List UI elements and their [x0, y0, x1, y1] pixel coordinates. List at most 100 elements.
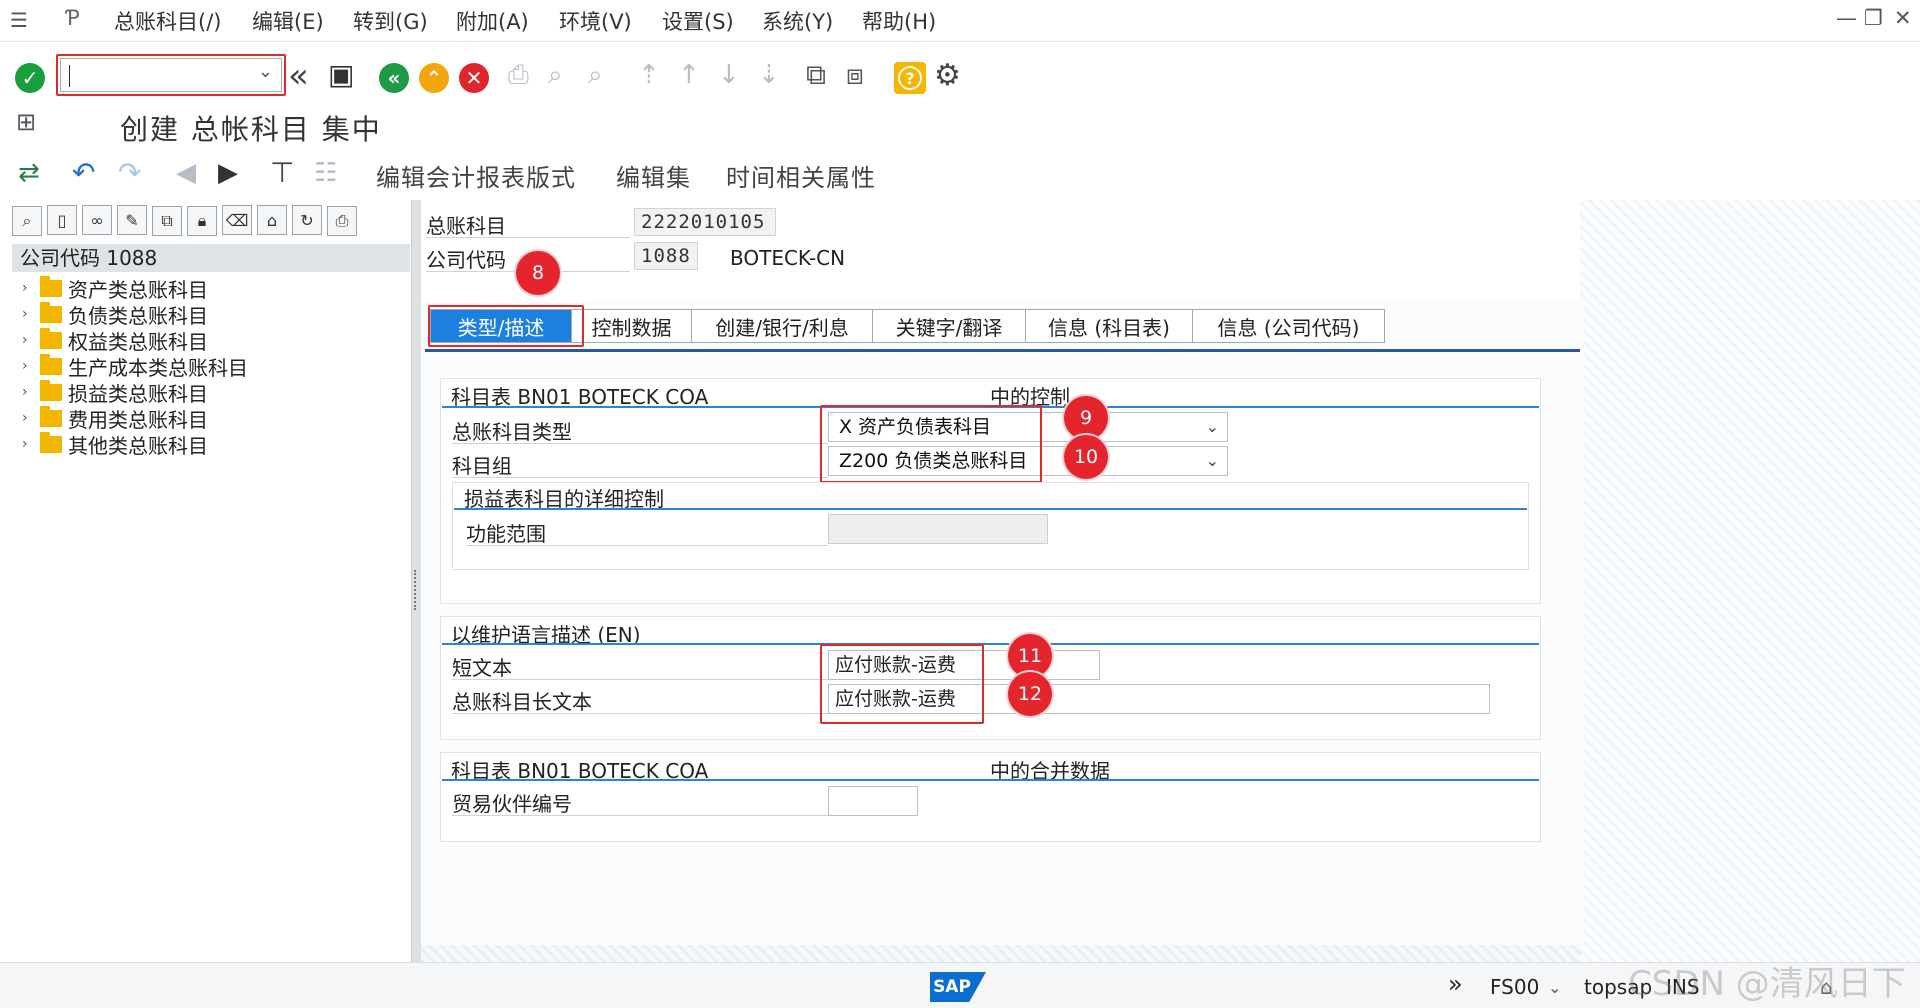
time-dependent-attributes-button[interactable]: 时间相关属性 [726, 158, 876, 193]
chevron-down-icon[interactable]: ⌄ [258, 61, 273, 82]
menu-icon[interactable]: ☰ [10, 8, 28, 32]
refresh-icon[interactable]: ↻ [292, 205, 322, 235]
group-separator [442, 643, 1539, 645]
step-badge: 9 [1064, 396, 1108, 440]
display-change-icon[interactable]: ⇄ [18, 158, 40, 188]
shortcut-icon[interactable]: ⧈ [846, 58, 864, 92]
tree-item-profit-loss[interactable]: › 损益类总账科目 [22, 379, 208, 406]
gear-icon[interactable]: ⚙ [934, 58, 961, 93]
minimize-icon[interactable]: — [1836, 6, 1857, 30]
tab-control-data[interactable]: 控制数据 [572, 309, 692, 343]
account-type-group-highlight [820, 405, 1042, 483]
print-icon[interactable]: ⎙ [508, 60, 529, 91]
trash-icon[interactable]: ⌫ [222, 205, 252, 235]
overview-icon[interactable]: ⊞ [16, 108, 36, 136]
chevron-right-icon[interactable]: › [22, 436, 34, 452]
functional-area-field [828, 514, 1048, 544]
chevron-right-icon[interactable]: › [22, 384, 34, 400]
company-name: BOTECK-CN [730, 246, 846, 270]
find-icon[interactable]: ⌕ [548, 60, 563, 91]
command-field[interactable]: ⌄ [60, 58, 282, 92]
edit-fin-statement-version-button[interactable]: 编辑会计报表版式 [376, 158, 576, 193]
chevron-right-icon[interactable]: › [22, 410, 34, 426]
status-expand-icon[interactable]: » [1448, 970, 1463, 998]
splitter-grip[interactable] [414, 570, 418, 610]
help-button[interactable]: ? [892, 60, 928, 96]
tree-item-equity[interactable]: › 权益类总账科目 [22, 327, 208, 354]
back-button[interactable]: « [376, 60, 412, 96]
background-pattern [1580, 200, 1920, 962]
panel-splitter[interactable] [411, 200, 421, 962]
chevron-down-icon[interactable]: ⌄ [1206, 413, 1219, 441]
tree-item-expenses[interactable]: › 费用类总账科目 [22, 405, 208, 432]
chevron-down-icon[interactable]: ⌄ [1548, 978, 1561, 997]
tree-print-icon[interactable]: ⎙ [327, 205, 357, 236]
menu-goto[interactable]: 转到(G) [353, 6, 428, 36]
first-page-icon[interactable]: ⇡ [638, 60, 660, 90]
tree-item-liabilities[interactable]: › 负债类总账科目 [22, 301, 208, 328]
undo-icon[interactable]: ↶ [72, 156, 95, 189]
restore-icon[interactable]: ❐ [1864, 6, 1883, 30]
new-document-icon[interactable]: ▯ [47, 205, 77, 235]
trading-partner-field[interactable] [828, 786, 918, 816]
tab-info-chart-of-accounts[interactable]: 信息 (科目表) [1026, 309, 1193, 343]
menu-settings[interactable]: 设置(S) [662, 6, 734, 36]
enter-button[interactable]: ✓ [12, 60, 48, 96]
menu-help[interactable]: 帮助(H) [862, 6, 936, 36]
chevron-down-icon[interactable]: ⌄ [1206, 447, 1219, 475]
cancel-button[interactable]: ✕ [456, 60, 492, 96]
tab-create-bank-interest[interactable]: 创建/银行/利息 [692, 309, 873, 343]
template-icon[interactable]: ⊤ [270, 156, 294, 189]
lock-icon[interactable]: 🔒︎ [187, 205, 217, 236]
create-session-icon[interactable]: ⧉ [806, 58, 826, 92]
next-page-icon[interactable]: ↓ [718, 60, 740, 90]
page-title: 创建 总帐科目 集中 [120, 113, 382, 146]
group-separator [454, 508, 1527, 510]
tree-header[interactable]: 公司代码 1088 [12, 244, 410, 272]
tree-item-production-cost[interactable]: › 生产成本类总账科目 [22, 353, 248, 380]
redo-icon[interactable]: ↷ [118, 156, 141, 189]
transaction-code[interactable]: FS00 [1490, 975, 1539, 999]
menu-extras[interactable]: 附加(A) [456, 6, 529, 36]
previous-page-icon[interactable]: ↑ [678, 60, 700, 90]
last-page-icon[interactable]: ⇣ [758, 60, 780, 90]
next-entry-icon[interactable]: ▶ [218, 158, 238, 188]
help-icon: ? [898, 66, 922, 90]
binoculars-icon[interactable]: ⌕ [12, 205, 42, 236]
tab-info-company-code[interactable]: 信息 (公司代码) [1193, 309, 1385, 343]
hierarchy-icon[interactable]: ⌂ [257, 205, 287, 235]
folder-icon [40, 431, 62, 453]
close-window-icon[interactable]: ✕ [1894, 6, 1912, 30]
chevron-right-icon[interactable]: › [22, 306, 34, 322]
edit-set-button[interactable]: 编辑集 [616, 158, 691, 193]
watermark: CSDN @清风日下 [1628, 964, 1906, 1004]
company-code-field[interactable]: 1088 [634, 242, 698, 270]
exit-button[interactable]: ⌃ [416, 60, 452, 96]
double-chevron-left-icon[interactable]: « [288, 56, 309, 96]
previous-entry-icon[interactable]: ◀ [176, 158, 196, 188]
group-separator [442, 779, 1539, 781]
account-group-label: 科目组 [452, 450, 828, 478]
display-icon[interactable]: ∞ [82, 205, 112, 235]
pencil-icon[interactable]: ✎ [117, 205, 147, 235]
tree-item-assets[interactable]: › 资产类总账科目 [22, 275, 208, 302]
gl-account-field[interactable]: 2222010105 [634, 208, 776, 236]
chevron-right-icon[interactable]: › [22, 332, 34, 348]
find-next-icon[interactable]: ⌕ [588, 60, 603, 91]
tree-toolbar: ⌕ ▯ ∞ ✎ ⧉ 🔒︎ ⌫ ⌂ ↻ ⎙ [12, 205, 362, 237]
background-pattern-bottom [421, 945, 1581, 962]
copy-icon[interactable]: ⧉ [152, 205, 182, 236]
save-icon[interactable]: ▣ [328, 58, 354, 91]
tree-item-other[interactable]: › 其他类总账科目 [22, 431, 208, 458]
chevron-right-icon[interactable]: › [22, 358, 34, 374]
document-icon[interactable]: ☷ [314, 158, 337, 188]
menu-edit[interactable]: 编辑(E) [252, 6, 324, 36]
folder-icon [40, 327, 62, 349]
menu-environment[interactable]: 环境(V) [559, 6, 632, 36]
check-icon: ✓ [15, 63, 45, 93]
menu-system[interactable]: 系统(Y) [762, 6, 833, 36]
sap-menu-icon[interactable]: Ƥ [66, 6, 80, 30]
menu-gl-account[interactable]: 总账科目(/) [114, 6, 221, 36]
tab-keyword-translation[interactable]: 关键字/翻译 [873, 309, 1026, 343]
chevron-right-icon[interactable]: › [22, 280, 34, 296]
